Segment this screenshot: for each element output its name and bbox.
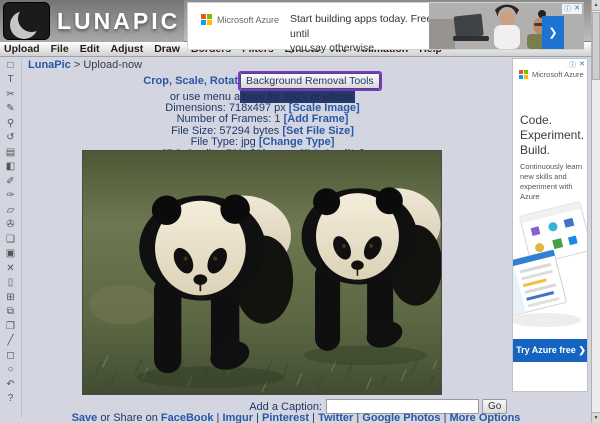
change-type-link[interactable]: [Change Type] [259,136,335,148]
info-label: File Type: [191,136,242,148]
circle-shape-tool-icon[interactable]: ○ [7,363,13,378]
info-label: File Size: [171,125,219,137]
adchoices-icon[interactable]: ⓘ [569,60,576,70]
ad-close-icon[interactable]: ✕ [574,4,580,14]
scrollbar-thumb[interactable] [592,12,600,80]
menu-item-upload[interactable]: Upload [4,43,49,55]
ad-headline-line2: you say otherwise. [290,41,440,56]
ad-headline: Start building apps today. Free until yo… [290,12,440,56]
uploaded-image[interactable] [82,150,442,395]
zoom-tool-icon[interactable]: ⚲ [7,116,14,131]
site-title: LUNAPIC [57,8,180,35]
adchoices-icon[interactable]: ⓘ [564,4,571,14]
help-tool-icon[interactable]: ? [8,392,14,407]
info-value: 57294 bytes [219,125,282,137]
open-file-tool-icon[interactable]: ❏ [6,232,15,247]
lunapic-logo[interactable]: LUNAPIC [0,0,184,42]
square-shape-tool-icon[interactable]: ◻ [6,348,14,363]
image-info-block: Crop, Scale, Rotat Background Removal To… [30,70,495,160]
pinterest-link[interactable]: Pinterest [262,412,309,423]
scroll-up-arrow[interactable]: ▲ [592,0,600,11]
highlight-box: Background Removal Tools [238,71,382,91]
scissors-tool-icon[interactable]: ✂ [6,87,14,102]
info-label: Number of Frames: [177,113,275,125]
info-value: 1 [274,113,283,125]
eraser-tool-icon[interactable]: ▱ [7,203,15,218]
ad-headline: Code. Experiment. Build. [520,113,584,158]
new-page-tool-icon[interactable]: ▯ [8,276,14,291]
select-rectangle-tool-icon[interactable]: □ [7,58,13,73]
tool-palette: □T✂✎⚲↺▤◧✐✑▱✇❏▣✕▯⊞⧉❐╱◻○↶? [0,58,22,418]
ad-headline-word: Experiment. [520,128,584,143]
save-link[interactable]: Save [72,412,98,423]
save-tool-icon[interactable]: ▣ [6,247,15,262]
text-tool-icon[interactable]: T [7,73,13,88]
pen-tool-icon[interactable]: ✑ [6,189,14,204]
ad-headline-word: Code. [520,113,584,128]
attach-tool-icon[interactable]: ✇ [6,218,14,233]
share-joiner-text: or Share on [97,412,161,423]
more-options-link[interactable]: More Options [450,412,521,423]
try-azure-free-button[interactable]: Try Azure free ❯ [513,339,588,362]
add-frame-link[interactable]: [Add Frame] [284,113,349,125]
top-ad-banner[interactable]: Microsoft Azure Start building apps toda… [187,2,584,50]
share-links-row: Save or Share on FaceBook | Imgur | Pint… [0,412,592,423]
rotate-tool-icon[interactable]: ↺ [6,131,14,146]
edit-actions-links[interactable]: Crop, Scale, Rotat [143,75,238,87]
lunapic-app: LUNAPIC Microsoft Azure Start building a… [0,0,600,423]
info-value: jpg [241,136,259,148]
ad-next-arrow-button[interactable]: ❯ [542,16,564,49]
set-file-size-link[interactable]: [Set File Size] [282,125,354,137]
background-removal-tools-button[interactable]: Background Removal Tools [240,73,380,89]
facebook-link[interactable]: FaceBook [161,412,214,423]
microsoft-logo-icon [519,70,528,79]
brush-tool-icon[interactable]: ✐ [6,174,14,189]
fill-tool-icon[interactable]: ◧ [6,160,15,175]
scroll-down-arrow[interactable]: ▼ [592,412,600,423]
info-value: 718x497 px [229,102,289,114]
share-separator: | [441,412,450,423]
google-photos-link[interactable]: Google Photos [362,412,440,423]
ad-headline-word: Build. [520,143,584,158]
undo-tool-icon[interactable]: ↶ [6,377,14,392]
top-banner-strip: LUNAPIC Microsoft Azure Start building a… [0,0,600,42]
ad-headline-line1: Start building apps today. Free until [290,12,440,41]
gradient-tool-icon[interactable]: ▤ [6,145,15,160]
line-tool-icon[interactable]: ╱ [7,334,13,349]
ad-brand: Microsoft Azure [532,70,584,79]
crescent-moon-icon [10,11,38,39]
microsoft-logo-icon [201,14,212,25]
twitter-link[interactable]: Twitter [318,412,353,423]
delete-tool-icon[interactable]: ✕ [6,261,14,276]
share-separator: | [309,412,318,423]
info-label: Dimensions: [165,102,229,114]
menu-item-draw[interactable]: Draw [154,43,189,55]
sidebar-ad[interactable]: ⓘ ✕ Microsoft Azure Code. Experiment. Bu… [512,58,588,392]
share-separator: | [353,412,362,423]
scale-image-link[interactable]: [Scale Image] [289,102,360,114]
ad-brand: Microsoft Azure [217,15,279,25]
print-tool-icon[interactable]: ⊞ [6,290,14,305]
lunapic-logo-icon [3,2,50,40]
ad-close-icon[interactable]: ✕ [579,60,585,70]
share-separator: | [253,412,262,423]
export-image-tool-icon[interactable]: ⧉ [7,305,14,320]
imgur-link[interactable]: Imgur [222,412,253,423]
menu-item-file[interactable]: File [51,43,78,55]
copy-tool-icon[interactable]: ❐ [6,319,15,334]
scrollbar[interactable]: ▲ ▼ [591,0,600,423]
pencil-tool-icon[interactable]: ✎ [6,102,14,117]
azure-screens-graphic [513,192,588,340]
menu-item-adjust[interactable]: Adjust [111,43,153,55]
menu-item-edit[interactable]: Edit [80,43,109,55]
